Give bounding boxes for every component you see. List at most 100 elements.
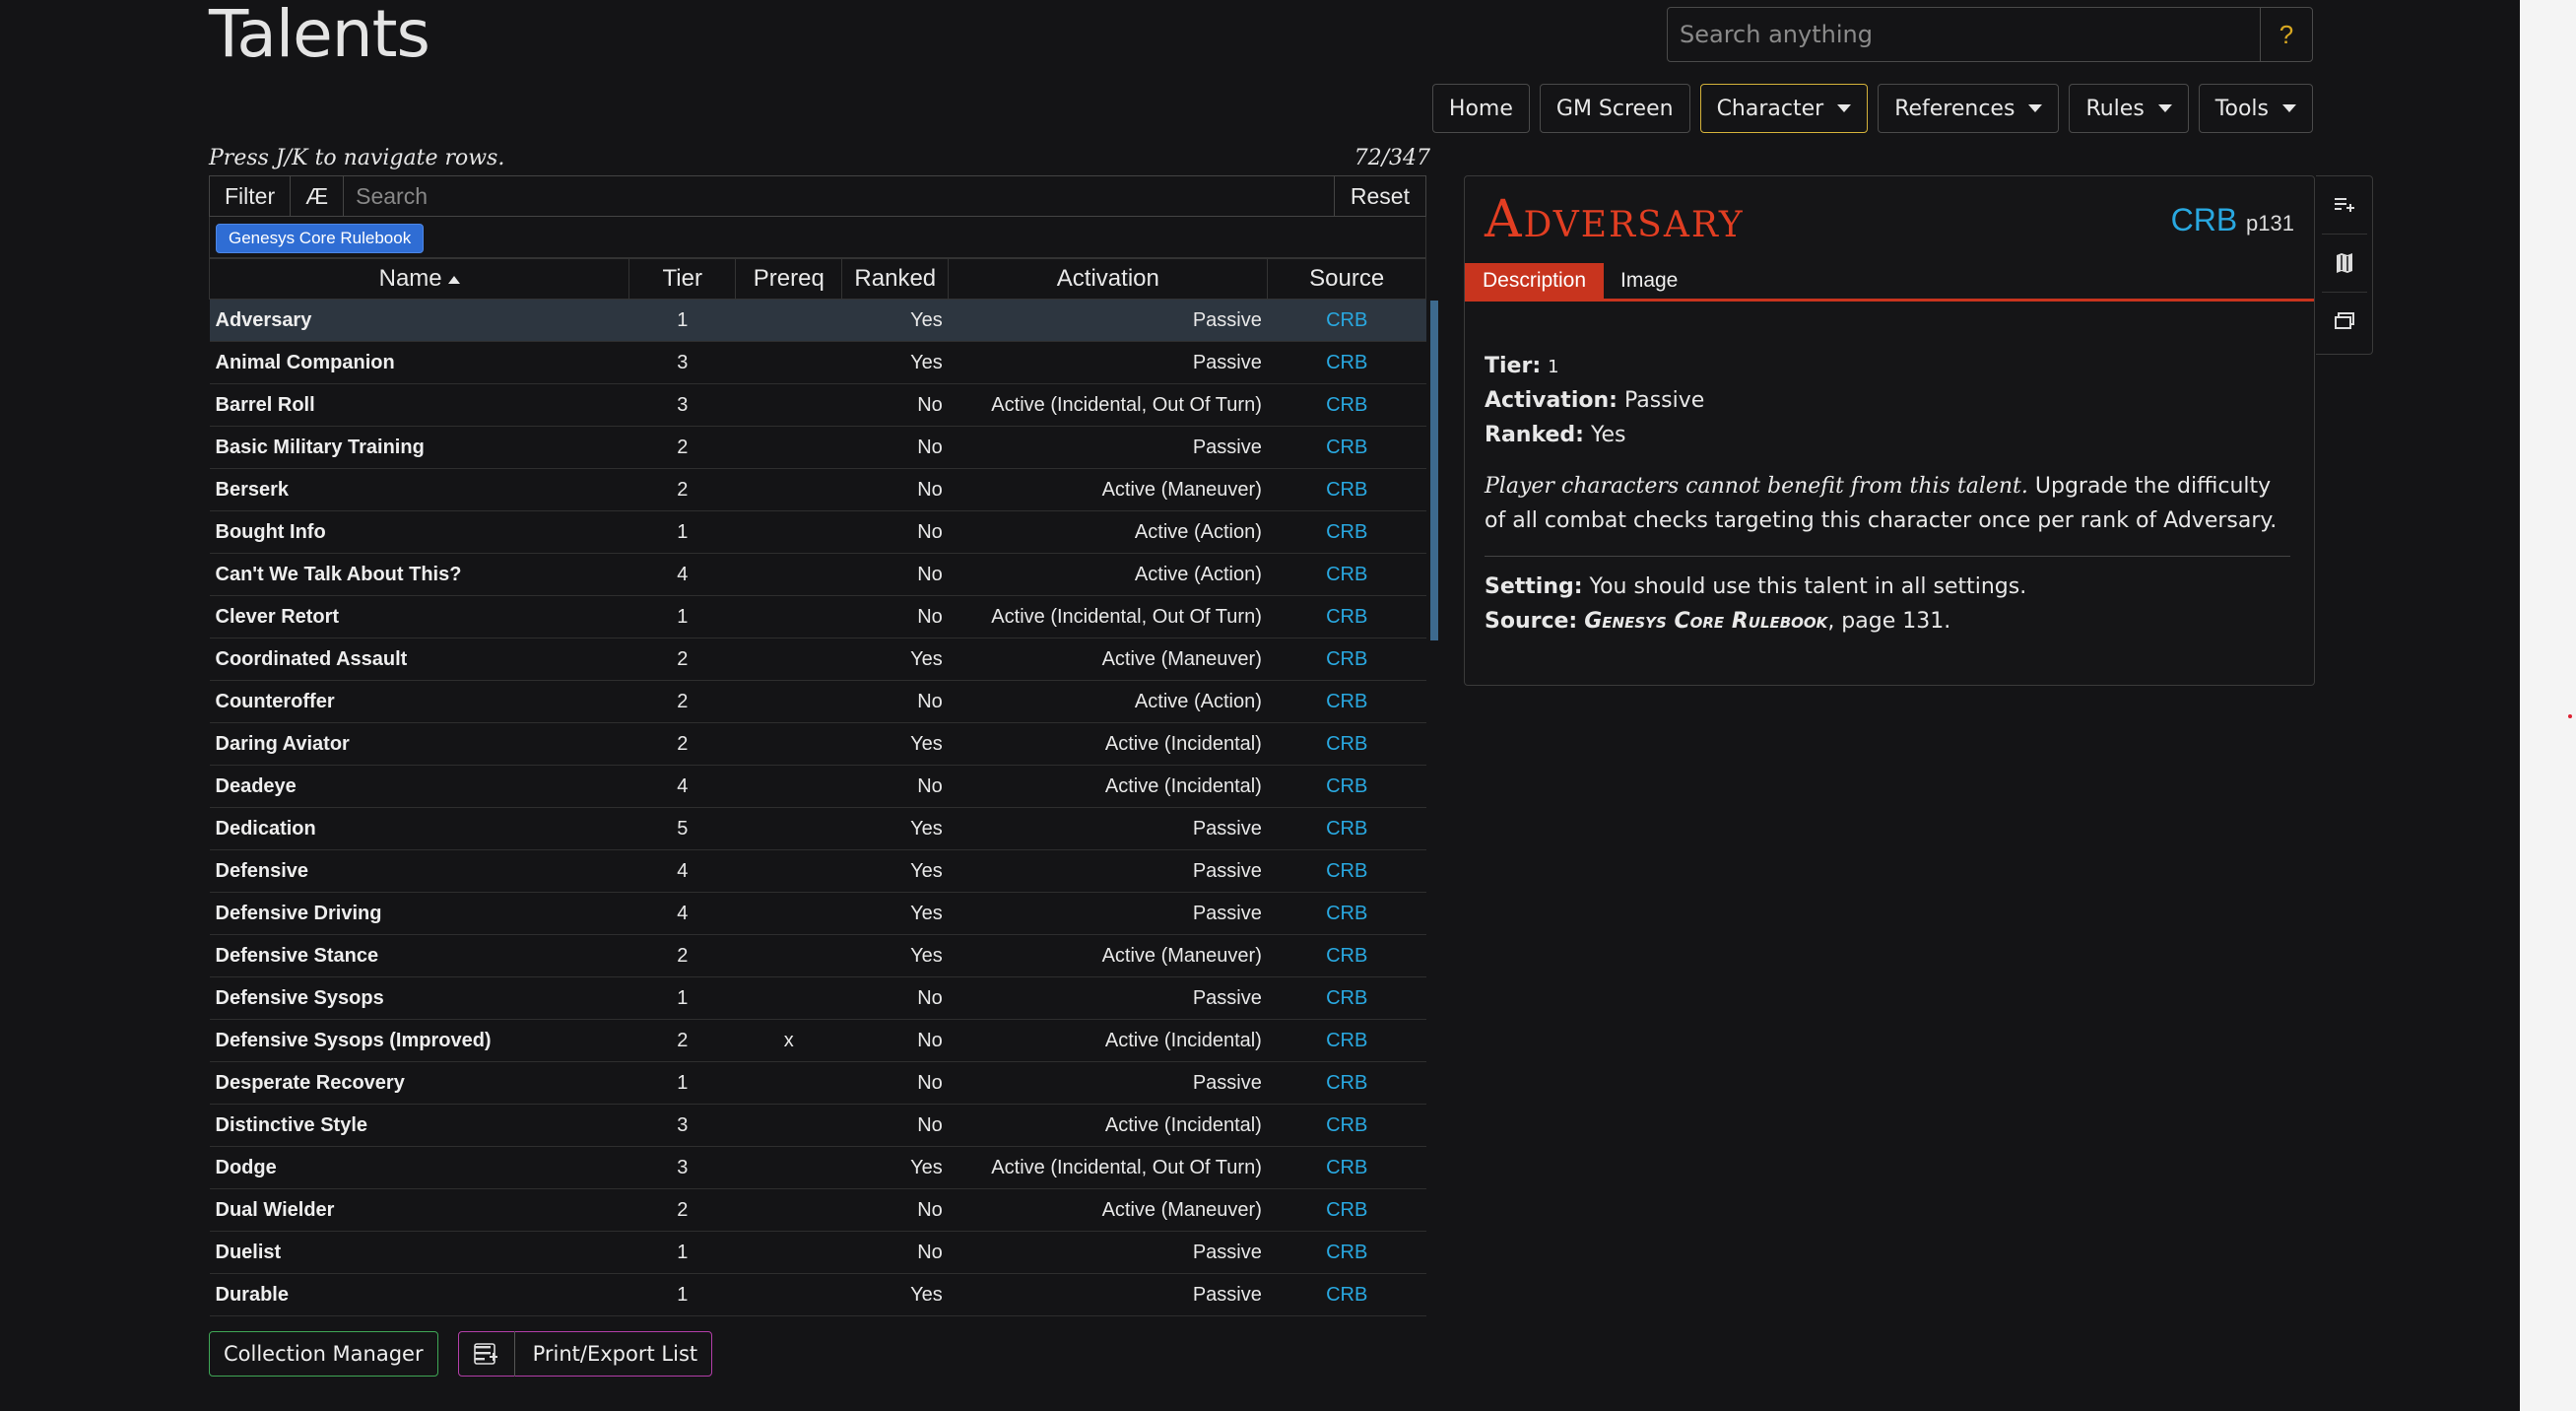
main-nav: Home GM Screen Character References Rule… <box>1431 84 2313 133</box>
table-row[interactable]: Dodge 3 Yes Active (Incidental, Out Of Turn… <box>209 1146 1426 1189</box>
table-row[interactable]: Counteroffer 2 No Active (Action) CRB <box>209 680 1426 723</box>
cell-source[interactable]: CRB <box>1267 1104 1426 1147</box>
collection-manager-button[interactable]: Collection Manager <box>209 1331 438 1377</box>
table-row[interactable]: Defensive Sysops 1 No Passive CRB <box>209 976 1426 1020</box>
table-row[interactable]: Basic Military Training 2 No Passive CRB <box>209 426 1426 469</box>
cell-name: Barrel Roll <box>209 383 629 427</box>
cell-prereq <box>735 595 842 638</box>
table-row[interactable]: Distinctive Style 3 No Active (Incidental) C… <box>209 1104 1426 1147</box>
nav-tools[interactable]: Tools <box>2198 84 2313 133</box>
cell-ranked: Yes <box>841 1273 949 1316</box>
cell-ranked: Yes <box>841 638 949 681</box>
table-row[interactable]: Adversary 1 Yes Passive CRB <box>209 299 1426 342</box>
nav-gm-screen[interactable]: GM Screen <box>1539 84 1690 133</box>
cell-ranked: No <box>841 426 949 469</box>
table-row[interactable]: Dual Wielder 2 No Active (Maneuver) CRB <box>209 1188 1426 1232</box>
cell-source[interactable]: CRB <box>1267 892 1426 935</box>
table-row[interactable]: Bought Info 1 No Active (Action) CRB <box>209 510 1426 554</box>
omnisearch-input[interactable] <box>1668 8 2260 61</box>
list-scrollbar[interactable] <box>1430 301 1438 640</box>
cell-ranked: No <box>841 680 949 723</box>
cell-name: Adversary <box>209 299 629 342</box>
table-row[interactable]: Defensive 4 Yes Passive CRB <box>209 849 1426 893</box>
map-icon[interactable] <box>2321 235 2367 293</box>
cell-activation: Passive <box>948 1273 1268 1316</box>
cell-source[interactable]: CRB <box>1267 722 1426 766</box>
nav-character[interactable]: Character <box>1699 84 1869 133</box>
table-row[interactable]: Berserk 2 No Active (Maneuver) CRB <box>209 468 1426 511</box>
column-header-name[interactable]: Name <box>208 258 630 300</box>
cell-source[interactable]: CRB <box>1267 510 1426 554</box>
cell-source[interactable]: CRB <box>1267 1231 1426 1274</box>
cell-source[interactable]: CRB <box>1267 468 1426 511</box>
tab-image[interactable]: Image <box>1603 263 1695 299</box>
table-row[interactable]: Defensive Sysops (Improved) 2 x No Active (I… <box>209 1019 1426 1062</box>
cell-name: Bought Info <box>209 510 629 554</box>
cell-source[interactable]: CRB <box>1267 299 1426 342</box>
table-row[interactable]: Can't We Talk About This? 4 No Active (Acti… <box>209 553 1426 596</box>
cell-name: Dodge <box>209 1146 629 1189</box>
reset-button[interactable]: Reset <box>1333 176 1425 216</box>
cell-ranked: No <box>841 976 949 1020</box>
cell-activation: Active (Maneuver) <box>948 468 1268 511</box>
table-row[interactable]: Defensive Driving 4 Yes Passive CRB <box>209 892 1426 935</box>
nav-home[interactable]: Home <box>1431 84 1530 133</box>
cell-source[interactable]: CRB <box>1267 976 1426 1020</box>
cell-source[interactable]: CRB <box>1267 553 1426 596</box>
help-button[interactable]: ? <box>2260 8 2312 61</box>
table-row[interactable]: Coordinated Assault 2 Yes Active (Maneuver)… <box>209 638 1426 681</box>
cell-source[interactable]: CRB <box>1267 638 1426 681</box>
cell-source[interactable]: CRB <box>1267 383 1426 427</box>
popout-window-icon[interactable] <box>2322 293 2367 350</box>
page-title: Talents <box>209 0 430 72</box>
cell-activation: Active (Incidental) <box>948 722 1268 766</box>
detail-source-book[interactable]: Genesys Core Rulebook <box>1584 609 1827 634</box>
table-row[interactable]: Desperate Recovery 1 No Passive CRB <box>209 1061 1426 1105</box>
cell-source[interactable]: CRB <box>1267 1146 1426 1189</box>
cell-source[interactable]: CRB <box>1267 849 1426 893</box>
filter-pill[interactable]: Genesys Core Rulebook <box>216 224 425 253</box>
detail-source[interactable]: CRB p131 <box>2171 202 2294 238</box>
table-row[interactable]: Deadeye 4 No Active (Incidental) CRB <box>209 765 1426 808</box>
cell-source[interactable]: CRB <box>1267 680 1426 723</box>
table-row[interactable]: Daring Aviator 2 Yes Active (Incidental) CRB <box>209 722 1426 766</box>
cell-name: Coordinated Assault <box>209 638 629 681</box>
cell-source[interactable]: CRB <box>1267 934 1426 977</box>
cell-source[interactable]: CRB <box>1267 341 1426 384</box>
talents-table-body: Adversary 1 Yes Passive CRB Animal Companion 3… <box>209 299 1426 1316</box>
cell-source[interactable]: CRB <box>1267 1188 1426 1232</box>
column-header-ranked[interactable]: Ranked <box>841 258 950 300</box>
add-to-list-icon[interactable] <box>2321 176 2367 235</box>
collection-manager-label: Collection Manager <box>224 1342 424 1366</box>
nav-rules[interactable]: Rules <box>2069 84 2189 133</box>
table-row[interactable]: Defensive Stance 2 Yes Active (Maneuver) CRB <box>209 934 1426 977</box>
cell-source[interactable]: CRB <box>1267 1273 1426 1316</box>
tab-description[interactable]: Description <box>1465 263 1605 299</box>
table-row[interactable]: Clever Retort 1 No Active (Incidental, Out … <box>209 595 1426 638</box>
table-row[interactable]: Dedication 5 Yes Passive CRB <box>209 807 1426 850</box>
cell-source[interactable]: CRB <box>1267 807 1426 850</box>
nav-references[interactable]: References <box>1878 84 2060 133</box>
list-search-input[interactable] <box>344 176 1334 216</box>
cell-source[interactable]: CRB <box>1267 1061 1426 1105</box>
cell-name: Can't We Talk About This? <box>209 553 629 596</box>
filter-button[interactable]: Filter <box>210 176 292 216</box>
column-header-tier[interactable]: Tier <box>628 258 737 300</box>
column-header-prereq[interactable]: Prereq <box>735 258 843 300</box>
detail-tier-value: 1 <box>1548 357 1559 377</box>
ae-toggle-button[interactable]: Æ <box>291 176 345 216</box>
cell-activation: Active (Incidental, Out Of Turn) <box>948 1146 1268 1189</box>
cell-source[interactable]: CRB <box>1267 426 1426 469</box>
cell-ranked: No <box>841 1231 949 1274</box>
column-header-activation[interactable]: Activation <box>948 258 1269 300</box>
cell-source[interactable]: CRB <box>1267 1019 1426 1062</box>
table-row[interactable]: Duelist 1 No Passive CRB <box>209 1231 1426 1274</box>
table-row[interactable]: Animal Companion 3 Yes Passive CRB <box>209 341 1426 384</box>
cell-source[interactable]: CRB <box>1267 765 1426 808</box>
print-export-button[interactable]: Print/Export List <box>457 1331 713 1377</box>
column-header-source[interactable]: Source <box>1267 258 1426 300</box>
table-row[interactable]: Durable 1 Yes Passive CRB <box>209 1273 1426 1316</box>
cell-name: Dedication <box>209 807 629 850</box>
table-row[interactable]: Barrel Roll 3 No Active (Incidental, Out Of… <box>209 383 1426 427</box>
cell-source[interactable]: CRB <box>1267 595 1426 638</box>
